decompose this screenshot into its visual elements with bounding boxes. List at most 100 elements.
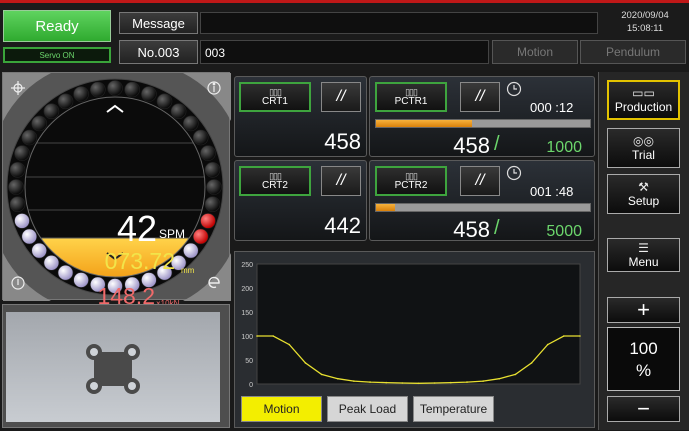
chart-point (450, 381, 452, 384)
chart-point (514, 373, 517, 376)
setup-label: Setup (627, 194, 660, 208)
indicator-light (14, 213, 30, 229)
chart-temperature-button[interactable]: Temperature (413, 396, 494, 422)
y-tick-label: 100 (241, 334, 253, 341)
zoom-unit: % (635, 361, 652, 380)
tab-motion[interactable]: Motion (492, 40, 578, 64)
chart-point (353, 380, 355, 382)
spm-value: 42 (116, 208, 157, 249)
indicator-light (9, 196, 26, 212)
pctr2-time: 001 :48 (530, 184, 574, 199)
chart-point (369, 381, 371, 383)
chart-peak-load-button[interactable]: Peak Load (327, 396, 408, 422)
pctr1-value: 458 (453, 133, 490, 158)
menu-button[interactable]: ☰ Menu (607, 238, 680, 272)
indicator-light (200, 145, 216, 161)
zoom-value: 100 (629, 339, 658, 358)
datetime: 2020/09/04 15:08:11 (604, 9, 686, 39)
die-shape-icon (86, 344, 140, 394)
pctr2-progress-fill (376, 204, 396, 211)
chart-point (304, 362, 307, 364)
zoom-out-button[interactable]: − (607, 396, 680, 422)
pctr2-value: 458 (453, 217, 490, 242)
crt2-value: 442 (324, 213, 361, 238)
indicator-light (14, 145, 30, 161)
crt2-label: CRT2 (262, 180, 288, 191)
indicator-light (200, 213, 216, 229)
chart-point (498, 377, 501, 380)
pctr2-slash: / (494, 217, 500, 239)
y-tick-label: 150 (241, 310, 253, 317)
trial-button[interactable]: ◎◎ Trial (607, 128, 680, 168)
pctr2-label: PCTR2 (394, 180, 428, 191)
chart-point (466, 381, 468, 383)
indicator-light (192, 129, 209, 146)
indicator-light (57, 264, 74, 281)
crt1-reset-button[interactable]: // (321, 82, 361, 112)
trial-label: Trial (632, 148, 655, 162)
zoom-in-button[interactable]: + (607, 297, 680, 323)
pctr1-button[interactable]: ▯▯▯ PCTR1 (375, 82, 447, 112)
chart-point (401, 382, 404, 384)
indicator-light (192, 228, 209, 245)
indicator-light (31, 115, 48, 132)
indicator-light (183, 242, 199, 259)
reset-slash-icon: // (336, 88, 346, 105)
crt1-value: 458 (324, 129, 361, 154)
ready-status: Ready (3, 10, 111, 42)
indicator-light (183, 115, 199, 132)
chart-point (482, 380, 484, 382)
reset-slash-icon: // (475, 88, 485, 105)
chart-point (385, 381, 387, 384)
indicator-light (43, 103, 60, 120)
menu-icon: ☰ (638, 241, 649, 255)
program-number-field: 003 (200, 40, 489, 64)
indicator-light (31, 242, 48, 259)
pctr1-slash: / (494, 133, 500, 155)
message-field (200, 12, 598, 34)
chart-point (337, 377, 339, 380)
chart-point (530, 362, 533, 364)
pctr2-reset-button[interactable]: // (460, 166, 500, 196)
zoom-level: 100 % (607, 327, 680, 391)
position-value: 073.72 (104, 248, 175, 274)
pctr2-progress-bar (375, 203, 591, 212)
indicator-light (170, 103, 187, 120)
production-button[interactable]: ▭▭ Production (607, 80, 680, 120)
time-text: 15:08:11 (626, 23, 664, 34)
program-number-button[interactable]: No.003 (119, 40, 198, 64)
indicator-light (43, 255, 60, 271)
indicator-light (204, 196, 221, 212)
reset-slash-icon: // (475, 172, 485, 189)
production-label: Production (614, 100, 673, 114)
tab-pendulum[interactable]: Pendulum (580, 40, 686, 64)
chart-point (563, 335, 565, 337)
chart-point (433, 382, 436, 384)
pctr1-progress-bar (375, 119, 591, 128)
message-button[interactable]: Message (119, 12, 198, 34)
chart-point (579, 335, 581, 337)
menu-label: Menu (628, 255, 659, 269)
pctr2-target: 5000 (546, 223, 582, 240)
pctr1-reset-button[interactable]: // (460, 82, 500, 112)
indicator-light (156, 93, 173, 110)
crt2-panel: ▯▯▯ CRT2 // 442 (234, 160, 367, 241)
indicator-light (9, 162, 26, 178)
pctr2-button[interactable]: ▯▯▯ PCTR2 (375, 166, 447, 196)
crt2-reset-button[interactable]: // (321, 166, 361, 196)
setup-button[interactable]: ⚒ Setup (607, 174, 680, 214)
indicator-light (107, 80, 123, 96)
chart-motion-button[interactable]: Motion (241, 396, 322, 422)
stroke-gauge: 42 SPM 073.72 mm 148.2 ×10kN (2, 72, 231, 309)
y-tick-label: 50 (245, 358, 253, 365)
indicator-light (124, 81, 140, 98)
pctr1-label: PCTR1 (394, 96, 428, 107)
chart-point (417, 382, 420, 385)
pctr1-target: 1000 (546, 139, 582, 156)
crt1-button[interactable]: ▯▯▯ CRT1 (239, 82, 311, 112)
crt2-button[interactable]: ▯▯▯ CRT2 (239, 166, 311, 196)
indicator-light (141, 86, 157, 102)
servo-status: Servo ON (3, 47, 111, 63)
chart-point (320, 373, 323, 376)
die-view-area (6, 312, 220, 422)
